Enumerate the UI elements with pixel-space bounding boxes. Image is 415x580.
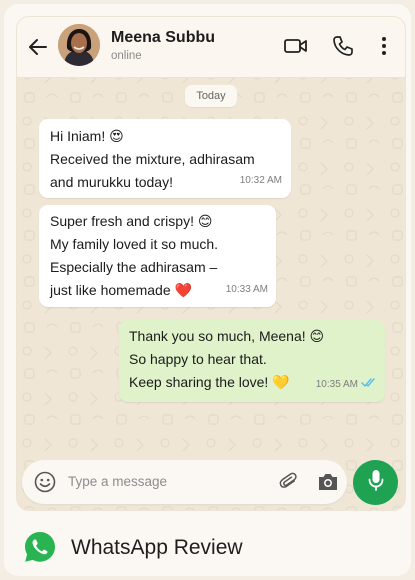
message-bubble-incoming[interactable]: Hi Iniam! 😍 Received the mixture, adhira… xyxy=(39,119,291,198)
chat-header: Meena Subbu online xyxy=(17,17,405,78)
message-text: Keep sharing the love! 💛 xyxy=(129,374,290,390)
message-time: 10:35 AM xyxy=(315,379,358,390)
voice-call-icon[interactable] xyxy=(331,34,355,58)
message-bubble-outgoing[interactable]: Thank you so much, Meena! 😊 So happy to … xyxy=(119,320,385,402)
whatsapp-logo-icon xyxy=(23,530,57,564)
message-input[interactable]: Type a message xyxy=(68,474,167,489)
message-text: Super fresh and crispy! 😊 xyxy=(50,213,213,229)
contact-status: online xyxy=(111,50,142,62)
message-time: 10:33 AM xyxy=(225,284,268,295)
message-text: So happy to hear that. xyxy=(129,351,267,367)
footer-title: WhatsApp Review xyxy=(71,536,243,559)
review-card: Meena Subbu online Today Hi Iniam! 😍 Rec… xyxy=(4,4,411,576)
video-call-icon[interactable] xyxy=(283,36,309,56)
back-arrow-icon[interactable] xyxy=(25,34,51,60)
message-composer[interactable]: Type a message xyxy=(22,460,347,504)
message-text: and murukku today! xyxy=(50,174,173,190)
avatar[interactable] xyxy=(58,24,100,66)
message-bubble-incoming[interactable]: Super fresh and crispy! 😊 My family love… xyxy=(39,205,276,307)
message-time: 10:32 AM xyxy=(239,175,282,186)
attach-icon[interactable] xyxy=(278,471,300,493)
more-options-icon[interactable] xyxy=(376,34,392,58)
message-text: Thank you so much, Meena! 😊 xyxy=(129,328,325,344)
camera-icon[interactable] xyxy=(317,472,339,492)
chat-screen: Meena Subbu online Today Hi Iniam! 😍 Rec… xyxy=(17,17,405,510)
date-separator: Today xyxy=(185,85,237,107)
read-receipt-icon xyxy=(361,372,377,395)
emoji-icon[interactable] xyxy=(34,471,56,493)
contact-name[interactable]: Meena Subbu xyxy=(111,29,215,47)
message-text: My family loved it so much. xyxy=(50,236,219,252)
message-text: just like homemade ❤️ xyxy=(50,282,192,298)
message-text: Especially the adhirasam – xyxy=(50,259,218,275)
message-text: Received the mixture, adhirasam xyxy=(50,151,255,167)
message-text: Hi Iniam! 😍 xyxy=(50,128,124,144)
mic-button[interactable] xyxy=(353,460,398,505)
mic-icon xyxy=(366,468,386,497)
